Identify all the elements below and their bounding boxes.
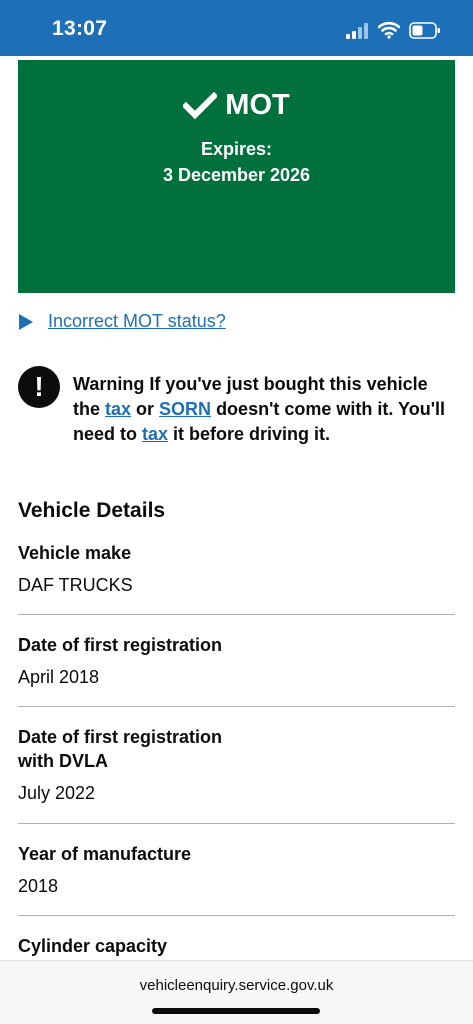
detail-label: Cylinder capacity (18, 936, 168, 956)
row-divider (18, 706, 455, 707)
warning-text-part: it before driving it. (168, 424, 331, 444)
warning-text: Warning If you've just bought this vehic… (73, 372, 458, 447)
tax-link[interactable]: tax (105, 399, 131, 419)
mot-expires-date: 3 December 2026 (162, 165, 311, 185)
mot-title: MOT (225, 89, 290, 121)
detail-value: April 2018 (18, 667, 100, 687)
detail-value: DAF TRUCKS (18, 575, 133, 595)
warning-icon: ! (18, 366, 60, 408)
detail-label: Date of first registration with DVLA (18, 727, 223, 771)
wifi-icon (378, 21, 400, 39)
detail-row-first-registration: Date of first registration April 2018 (18, 633, 455, 689)
home-indicator[interactable] (152, 1008, 320, 1014)
browser-url[interactable]: vehicleenquiry.service.gov.uk (0, 977, 473, 994)
incorrect-mot-status-toggle[interactable]: Incorrect MOT status? (18, 311, 226, 332)
detail-label: Year of manufacture (18, 844, 192, 864)
detail-row-cylinder-capacity: Cylinder capacity (18, 934, 455, 958)
detail-value: July 2022 (18, 783, 96, 803)
mot-expiry: Expires: 3 December 2026 (18, 136, 455, 188)
detail-row-first-registration-dvla: Date of first registration with DVLA Jul… (18, 725, 455, 805)
tick-icon (183, 91, 218, 119)
mot-status-panel: MOT Expires: 3 December 2026 (18, 60, 455, 293)
mot-expires-label: Expires: (200, 139, 273, 159)
detail-label: Date of first registration (18, 635, 223, 655)
battery-icon (409, 22, 440, 39)
tax-link-2[interactable]: tax (142, 424, 168, 444)
row-divider (18, 614, 455, 615)
incorrect-mot-status-link[interactable]: Incorrect MOT status? (48, 311, 226, 332)
status-bar: 13:07 (0, 0, 473, 56)
status-time: 13:07 (52, 17, 108, 40)
browser-bottom-bar: vehicleenquiry.service.gov.uk (0, 960, 473, 1024)
sorn-link[interactable]: SORN (159, 399, 211, 419)
cellular-signal-icon (346, 23, 368, 39)
detail-label: Vehicle make (18, 543, 132, 563)
detail-row-year-of-manufacture: Year of manufacture 2018 (18, 842, 455, 898)
detail-row-vehicle-make: Vehicle make DAF TRUCKS (18, 541, 455, 597)
vehicle-details-heading: Vehicle Details (18, 499, 166, 522)
detail-value: 2018 (18, 876, 59, 896)
mot-heading: MOT (18, 89, 455, 122)
row-divider (18, 823, 455, 824)
row-divider (18, 915, 455, 916)
warning-text-part: or (131, 399, 160, 419)
disclosure-triangle-icon (19, 313, 33, 330)
